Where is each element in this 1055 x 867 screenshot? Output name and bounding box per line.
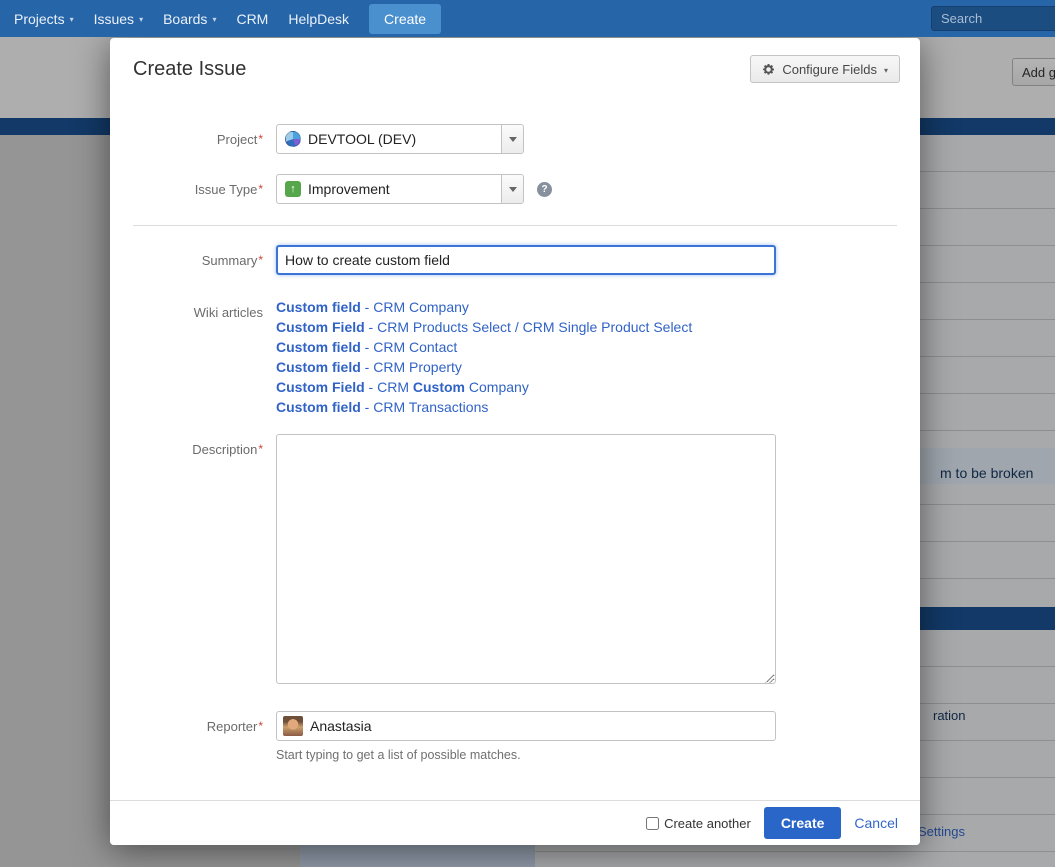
description-label: Description* [110,434,263,457]
wiki-article-link[interactable]: Custom field - CRM Contact [276,337,692,357]
project-label: Project* [110,132,263,147]
required-marker: * [258,182,263,196]
cancel-link[interactable]: Cancel [854,815,898,831]
project-select-dropdown-button[interactable] [501,125,523,153]
nav-item-label: Projects [14,11,65,27]
issue-type-field-row: Issue Type* ↑ Improvement ? [110,174,552,204]
project-avatar-icon [285,131,301,147]
reporter-field-row: Reporter* Anastasia [110,711,776,741]
dropdown-arrow-icon [509,137,517,142]
gear-icon [762,63,775,76]
project-select[interactable]: DEVTOOL (DEV) [276,124,524,154]
reporter-label: Reporter* [110,719,263,734]
issue-type-select-value: Improvement [308,181,390,197]
required-marker: * [258,132,263,146]
project-select-value-wrap: DEVTOOL (DEV) [277,125,501,153]
required-marker: * [258,719,263,733]
nav-item-boards[interactable]: Boards ▾ [153,0,226,37]
top-nav: Projects ▾ Issues ▾ Boards ▾ CRM HelpDesk Creat… [0,0,1055,37]
create-another-option[interactable]: Create another [646,816,751,831]
issue-type-select[interactable]: ↑ Improvement [276,174,524,204]
summary-field-row: Summary* [110,244,776,276]
section-divider [133,225,897,226]
wiki-links: Custom field - CRM CompanyCustom Field -… [276,297,692,417]
issue-type-label: Issue Type* [110,182,263,197]
dropdown-arrow-icon [509,187,517,192]
nav-item-issues[interactable]: Issues ▾ [84,0,153,37]
configure-fields-label: Configure Fields [782,62,877,77]
create-issue-dialog: Create Issue Configure Fields ▾ Project*… [110,38,920,845]
nav-item-crm[interactable]: CRM [226,0,278,37]
nav-item-label: HelpDesk [288,11,349,27]
dialog-footer: Create another Create Cancel [110,800,920,845]
dialog-title: Create Issue [133,58,246,81]
summary-input[interactable] [276,245,776,275]
issue-type-select-dropdown-button[interactable] [501,175,523,203]
nav-item-label: Issues [94,11,134,27]
create-another-label: Create another [664,816,751,831]
create-another-checkbox[interactable] [646,817,659,830]
help-icon[interactable]: ? [537,182,552,197]
issue-type-select-value-wrap: ↑ Improvement [277,175,501,203]
reporter-input[interactable]: Anastasia [276,711,776,741]
reporter-value: Anastasia [310,718,371,734]
wiki-article-link[interactable]: Custom field - CRM Transactions [276,397,692,417]
required-marker: * [258,253,263,267]
wiki-article-link[interactable]: Custom Field - CRM Products Select / CRM… [276,317,692,337]
nav-items: Projects ▾ Issues ▾ Boards ▾ CRM HelpDesk [4,0,359,37]
nav-item-projects[interactable]: Projects ▾ [4,0,84,37]
nav-search-input[interactable] [931,6,1055,31]
project-field-row: Project* DEVTOOL (DEV) [110,124,524,154]
description-wrap [276,434,776,689]
chevron-down-icon: ▾ [212,15,216,24]
wiki-article-link[interactable]: Custom Field - CRM Custom Company [276,377,692,397]
chevron-down-icon: ▾ [884,66,888,75]
required-marker: * [258,442,263,456]
configure-fields-button[interactable]: Configure Fields ▾ [750,55,900,83]
wiki-articles-label: Wiki articles [110,297,263,320]
nav-item-label: CRM [236,11,268,27]
reporter-avatar [283,716,303,736]
nav-create-button[interactable]: Create [369,4,441,34]
reporter-hint: Start typing to get a list of possible m… [276,748,521,762]
screen: Projects ▾ Issues ▾ Boards ▾ CRM HelpDesk Creat… [0,0,1055,867]
wiki-articles-row: Wiki articles Custom field - CRM Company… [110,297,692,417]
chevron-down-icon: ▾ [70,15,74,24]
summary-label: Summary* [110,253,263,268]
description-field-row: Description* [110,434,776,689]
project-select-value: DEVTOOL (DEV) [308,131,416,147]
create-button[interactable]: Create [764,807,842,839]
nav-item-label: Boards [163,11,207,27]
wiki-article-link[interactable]: Custom field - CRM Company [276,297,692,317]
wiki-article-link[interactable]: Custom field - CRM Property [276,357,692,377]
chevron-down-icon: ▾ [139,15,143,24]
description-textarea[interactable] [276,434,776,684]
nav-item-helpdesk[interactable]: HelpDesk [278,0,359,37]
improvement-type-icon: ↑ [285,181,301,197]
